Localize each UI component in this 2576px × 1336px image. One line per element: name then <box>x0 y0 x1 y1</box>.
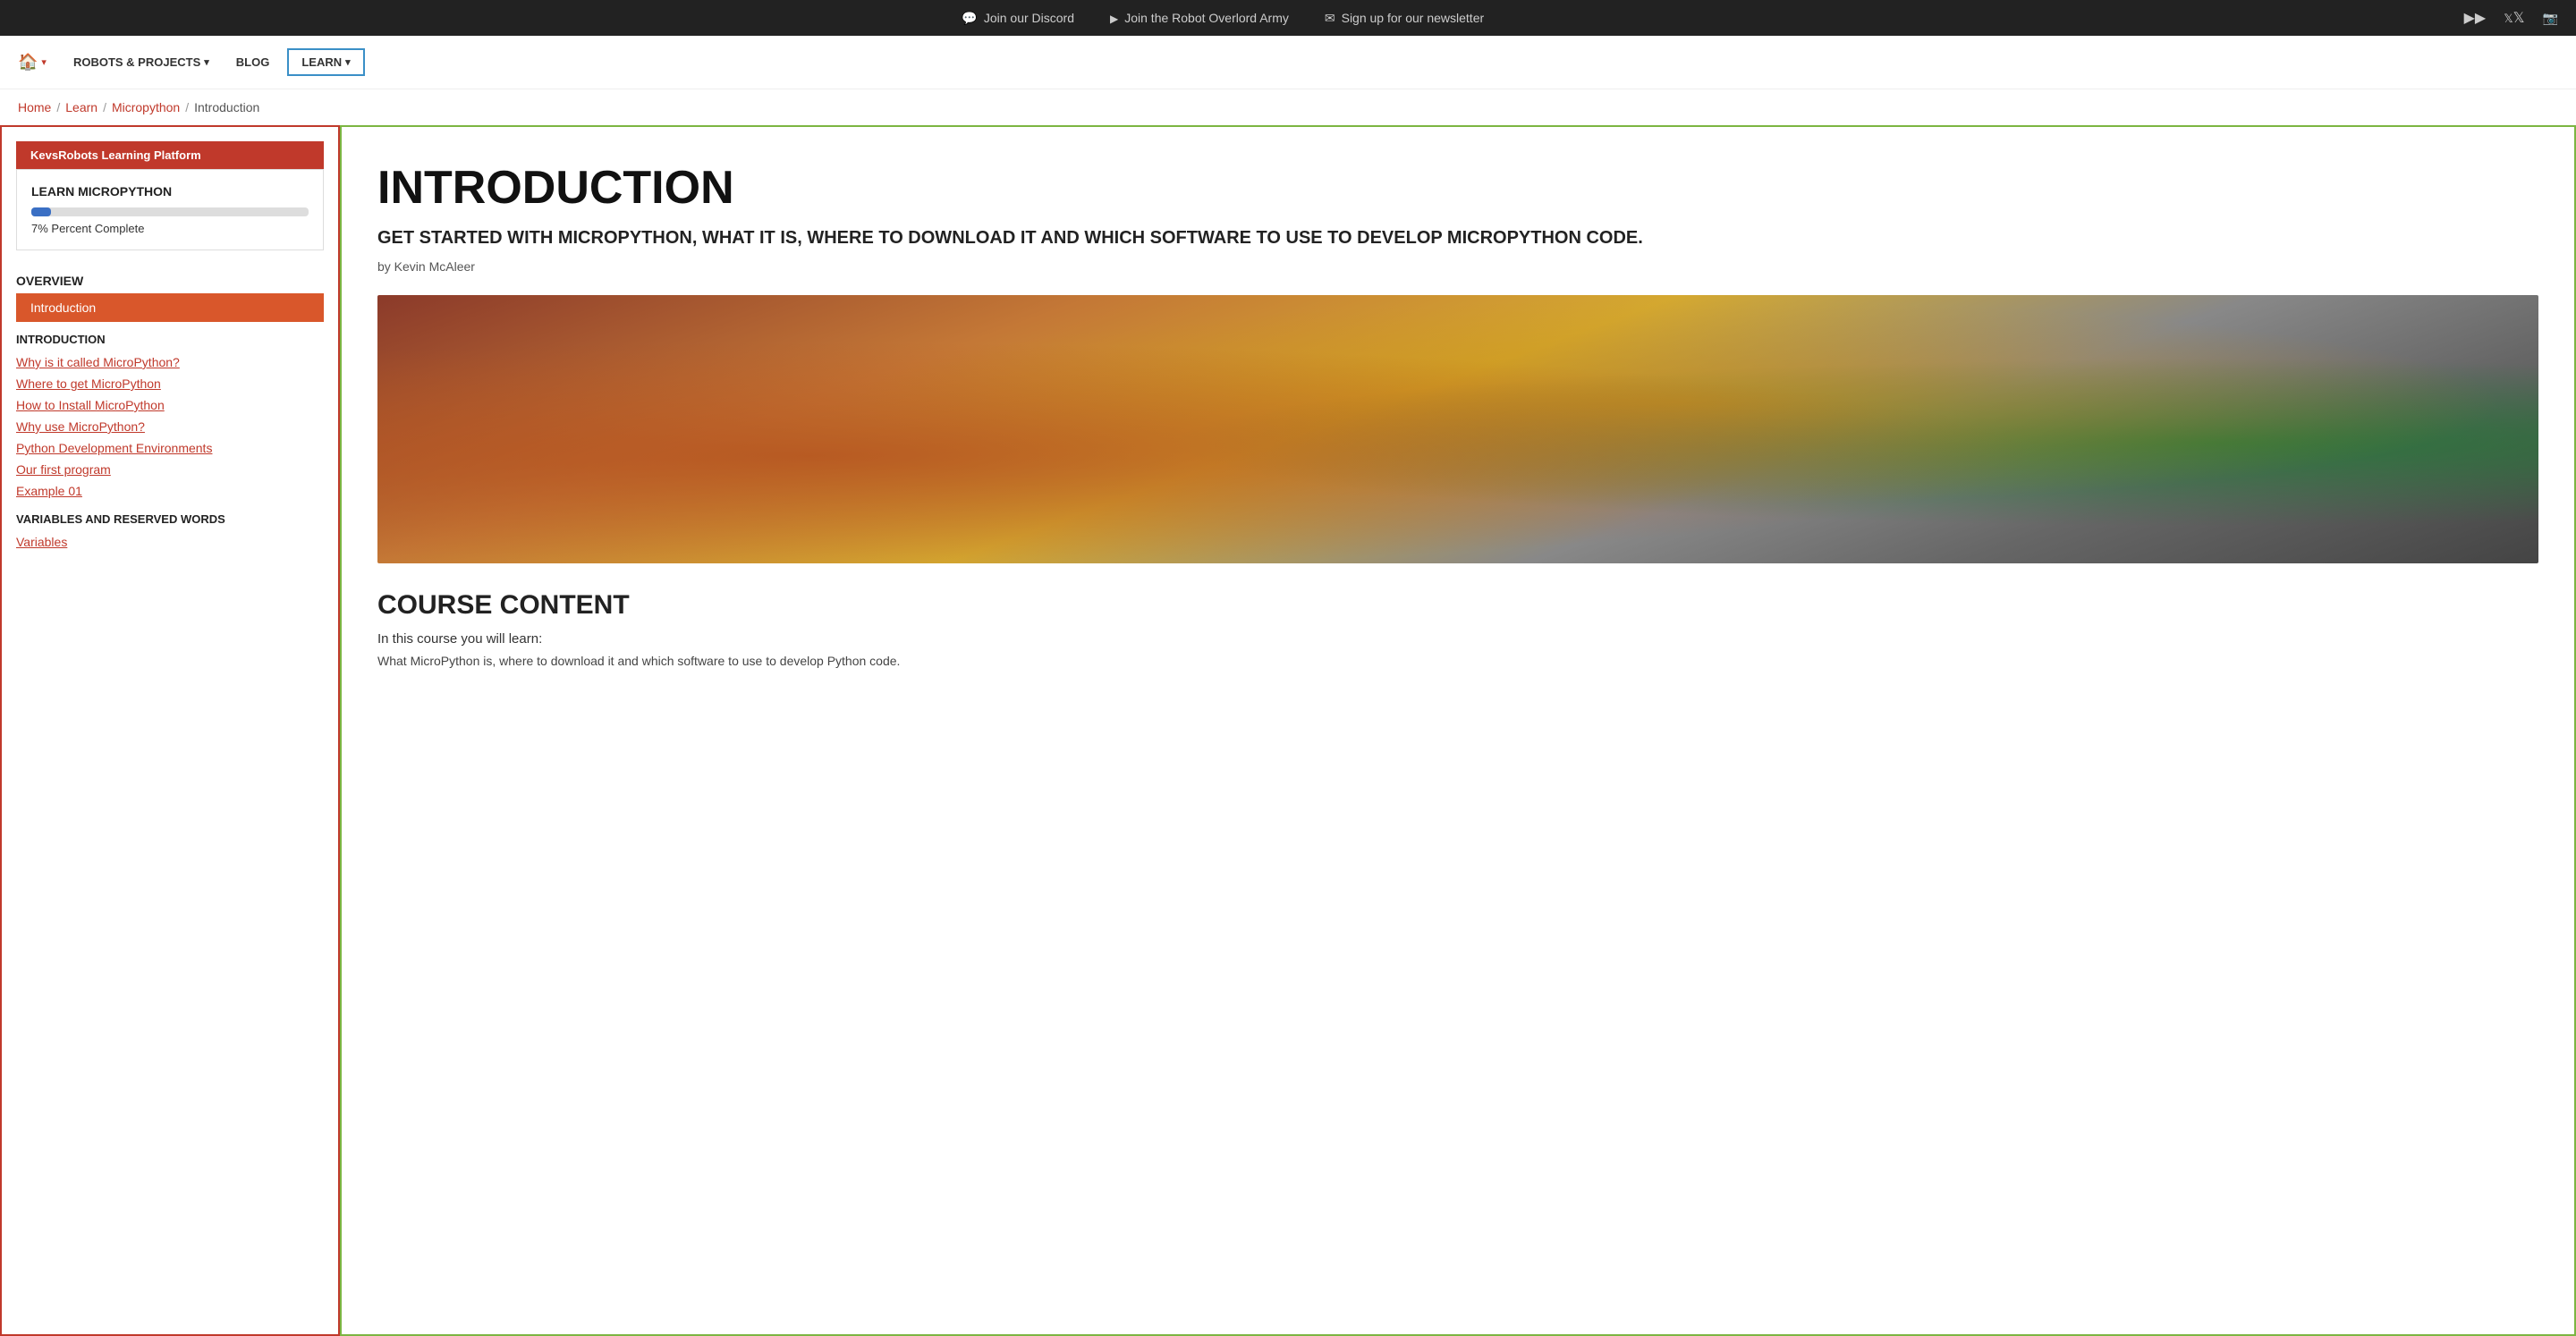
sidebar-link-5[interactable]: Our first program <box>2 459 338 480</box>
army-label: Join the Robot Overlord Army <box>1124 11 1289 25</box>
top-bar: Join our Discord Join the Robot Overlord… <box>0 0 2576 36</box>
progress-text: 7% Percent Complete <box>31 222 309 235</box>
sidebar-link-0[interactable]: Why is it called MicroPython? <box>2 351 338 373</box>
intro-section-title: INTRODUCTION <box>2 322 338 351</box>
sidebar-link-2[interactable]: How to Install MicroPython <box>2 394 338 416</box>
article-subtitle: GET STARTED WITH MICROPYTHON, WHAT IT IS… <box>377 226 2538 250</box>
breadcrumb: Home / Learn / Micropython / Introductio… <box>0 89 2576 125</box>
robots-label: ROBOTS & PROJECTS <box>73 55 200 69</box>
home-icon: 🏠 <box>18 53 38 72</box>
variables-section-title: VARIABLES AND RESERVED WORDS <box>2 502 338 531</box>
email-icon <box>1325 11 1335 26</box>
course-title: LEARN MICROPYTHON <box>31 184 309 199</box>
discord-link[interactable]: Join our Discord <box>962 11 1074 26</box>
progress-bar-bg <box>31 207 309 216</box>
discord-icon <box>962 11 977 26</box>
blog-label: BLOG <box>236 55 270 69</box>
newsletter-link[interactable]: Sign up for our newsletter <box>1325 11 1484 26</box>
article-image <box>377 295 2538 563</box>
main-content: INTRODUCTION GET STARTED WITH MICROPYTHO… <box>340 125 2576 1336</box>
course-progress-box: LEARN MICROPYTHON 7% Percent Complete <box>16 169 324 250</box>
page-layout: KevsRobots Learning Platform LEARN MICRO… <box>0 125 2576 1336</box>
home-chevron: ▾ <box>41 56 47 68</box>
breadcrumb-sep-1: / <box>56 100 60 114</box>
newsletter-label: Sign up for our newsletter <box>1342 11 1485 25</box>
army-link[interactable]: Join the Robot Overlord Army <box>1110 11 1289 25</box>
course-content-item: What MicroPython is, where to download i… <box>377 654 2538 668</box>
breadcrumb-sep-2: / <box>103 100 106 114</box>
twitter-icon[interactable]: 𝕏 <box>2504 9 2524 27</box>
breadcrumb-home[interactable]: Home <box>18 100 51 114</box>
sidebar-link-1[interactable]: Where to get MicroPython <box>2 373 338 394</box>
course-content-intro: In this course you will learn: <box>377 631 2538 647</box>
play-icon <box>1110 11 1118 25</box>
overview-section-title: OVERVIEW <box>2 265 338 293</box>
article-author: by Kevin McAleer <box>377 259 2538 274</box>
home-nav-item[interactable]: 🏠 ▾ <box>18 53 47 72</box>
article-image-inner <box>377 295 2538 563</box>
course-content-title: COURSE CONTENT <box>377 590 2538 621</box>
nav-learn[interactable]: LEARN ▾ <box>287 48 364 76</box>
nav-robots[interactable]: ROBOTS & PROJECTS ▾ <box>64 55 218 69</box>
sidebar: KevsRobots Learning Platform LEARN MICRO… <box>0 125 340 1336</box>
breadcrumb-current: Introduction <box>194 100 259 114</box>
robots-chevron: ▾ <box>204 56 209 68</box>
active-sidebar-item[interactable]: Introduction <box>16 293 324 322</box>
nav-blog[interactable]: BLOG <box>227 55 279 69</box>
learn-chevron: ▾ <box>345 56 351 68</box>
instagram-icon[interactable]: 📷 <box>2543 11 2558 26</box>
progress-bar-fill <box>31 207 51 216</box>
breadcrumb-learn[interactable]: Learn <box>65 100 97 114</box>
learn-label: LEARN <box>301 55 342 69</box>
breadcrumb-micropython[interactable]: Micropython <box>112 100 180 114</box>
youtube-icon[interactable]: ▶ <box>2464 9 2487 27</box>
top-bar-center: Join our Discord Join the Robot Overlord… <box>18 11 2428 26</box>
platform-label: KevsRobots Learning Platform <box>16 141 324 169</box>
sidebar-link-4[interactable]: Python Development Environments <box>2 437 338 459</box>
sidebar-link-6[interactable]: Example 01 <box>2 480 338 502</box>
sidebar-link-variables[interactable]: Variables <box>2 531 338 553</box>
breadcrumb-sep-3: / <box>185 100 189 114</box>
discord-label: Join our Discord <box>984 11 1074 25</box>
main-nav: 🏠 ▾ ROBOTS & PROJECTS ▾ BLOG LEARN ▾ <box>0 36 2576 89</box>
top-bar-social: ▶ 𝕏 📷 <box>2464 9 2558 27</box>
article-title: INTRODUCTION <box>377 163 2538 214</box>
sidebar-link-3[interactable]: Why use MicroPython? <box>2 416 338 437</box>
